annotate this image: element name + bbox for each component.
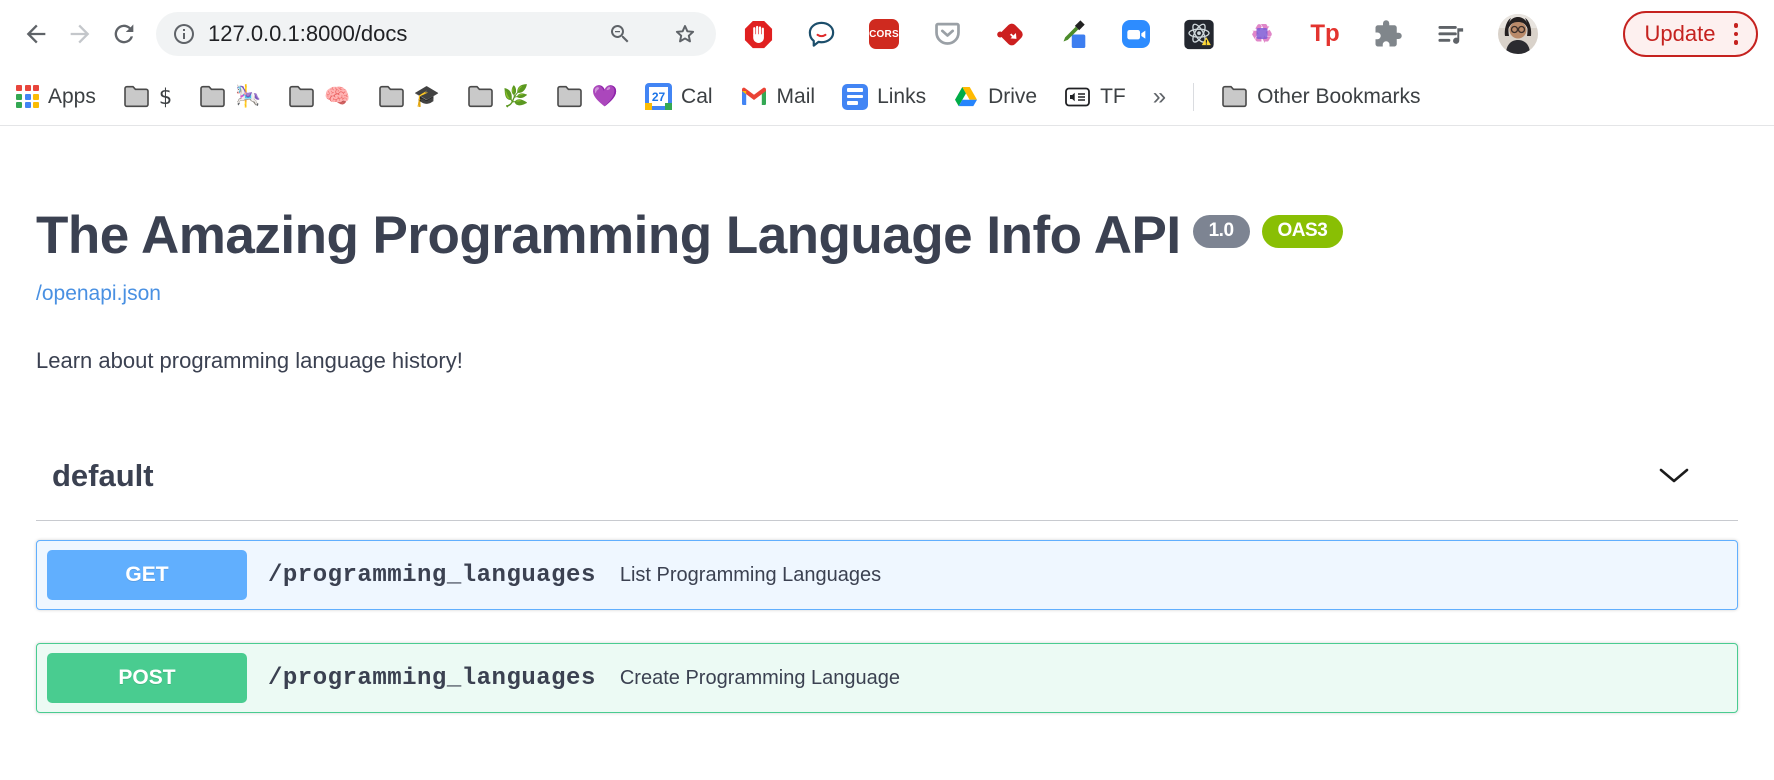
google-drive-icon: [953, 85, 979, 109]
react-devtools-icon[interactable]: [1183, 18, 1215, 50]
chat-smile-bubble-icon[interactable]: [805, 18, 837, 50]
bookmark-label: Cal: [681, 85, 713, 109]
bookmarks-bar: Apps $ 🎠 🧠 🎓 🌿 💜 27: [0, 68, 1774, 126]
back-button[interactable]: [14, 12, 58, 56]
bookmarks-separator: [1193, 83, 1194, 111]
bookmark-label: TF: [1100, 85, 1126, 109]
page-content: The Amazing Programming Language Info AP…: [0, 126, 1774, 713]
forward-arrow-icon: [66, 20, 94, 48]
redirect-arrow-icon[interactable]: [994, 18, 1026, 50]
bookmark-label: 🧠: [324, 84, 350, 109]
reload-button[interactable]: [102, 12, 146, 56]
extensions-row: CORS ♻ Tp: [742, 14, 1538, 54]
bookmark-links[interactable]: Links: [842, 84, 926, 110]
other-bookmarks-label: Other Bookmarks: [1257, 85, 1420, 109]
music-playlist-icon[interactable]: [1435, 18, 1467, 50]
tag-section-header[interactable]: default: [36, 440, 1738, 521]
gmail-icon: [740, 86, 768, 108]
endpoint-list: GET /programming_languages List Programm…: [36, 540, 1738, 713]
bookmark-folder-carousel[interactable]: 🎠: [199, 84, 261, 109]
tag-section-title: default: [52, 458, 154, 494]
forward-button[interactable]: [58, 12, 102, 56]
back-arrow-icon: [22, 20, 50, 48]
zoom-video-camera-icon[interactable]: [1120, 18, 1152, 50]
chevron-down-icon[interactable]: [1658, 467, 1690, 486]
folder-icon: [467, 85, 494, 108]
endpoint-path: /programming_languages: [268, 562, 596, 589]
folder-icon: [378, 85, 405, 108]
folder-icon: [123, 85, 150, 108]
page-info-icon[interactable]: [172, 22, 196, 46]
bookmark-folder-herb[interactable]: 🌿: [467, 84, 529, 109]
endpoint-post-programming-languages[interactable]: POST /programming_languages Create Progr…: [36, 643, 1738, 713]
cors-extension-icon[interactable]: CORS: [868, 18, 900, 50]
oas3-badge: OAS3: [1262, 215, 1344, 248]
bookmark-calendar[interactable]: 27 Cal: [645, 83, 713, 110]
puzzle-extensions-icon[interactable]: [1372, 18, 1404, 50]
menu-kebab-icon[interactable]: [1730, 19, 1743, 49]
bookmark-folder-brain[interactable]: 🧠: [288, 84, 350, 109]
endpoint-summary: Create Programming Language: [620, 667, 900, 690]
pink-recycle-icon[interactable]: ♻: [1246, 18, 1278, 50]
bookmark-label: Mail: [777, 85, 816, 109]
tag-section-default: default GET /programming_languages List …: [0, 440, 1774, 713]
api-info: The Amazing Programming Language Info AP…: [36, 205, 1738, 374]
folder-icon: [288, 85, 315, 108]
bookmark-label: 🎠: [235, 84, 261, 109]
adblock-hand-icon[interactable]: [742, 18, 774, 50]
zoom-out-icon[interactable]: [608, 22, 632, 46]
endpoint-get-programming-languages[interactable]: GET /programming_languages List Programm…: [36, 540, 1738, 610]
bookmark-label: Links: [877, 85, 926, 109]
bookmark-star-icon[interactable]: [672, 21, 698, 47]
api-description: Learn about programming language history…: [36, 348, 1738, 374]
profile-avatar[interactable]: [1498, 14, 1538, 54]
bookmark-tf[interactable]: TF: [1064, 85, 1126, 109]
bookmark-label: 🎓: [414, 84, 440, 109]
bookmark-folder-grad-cap[interactable]: 🎓: [378, 84, 440, 109]
update-label: Update: [1645, 21, 1716, 47]
get-method-button[interactable]: GET: [47, 550, 247, 600]
url-text[interactable]: 127.0.0.1:8000/docs: [208, 21, 608, 47]
bookmark-label: 💜: [592, 84, 618, 109]
browser-toolbar: 127.0.0.1:8000/docs CORS: [0, 0, 1774, 68]
address-bar[interactable]: 127.0.0.1:8000/docs: [156, 12, 716, 56]
folder-icon: [1221, 85, 1248, 108]
bookmark-mail[interactable]: Mail: [740, 85, 816, 109]
bookmark-folder-purple-heart[interactable]: 💜: [556, 84, 618, 109]
pocket-icon[interactable]: [931, 18, 963, 50]
update-button[interactable]: Update: [1623, 11, 1758, 57]
bookmark-drive[interactable]: Drive: [953, 85, 1037, 109]
bookmark-label: Drive: [988, 85, 1037, 109]
google-calendar-icon: 27: [645, 83, 672, 110]
speaker-card-icon: [1064, 85, 1091, 109]
version-badge: 1.0: [1193, 215, 1250, 248]
endpoint-path: /programming_languages: [268, 665, 596, 692]
openapi-spec-link[interactable]: /openapi.json: [36, 282, 161, 306]
bookmarks-overflow-chevron[interactable]: »: [1153, 83, 1166, 111]
colorzilla-eyedropper-icon[interactable]: [1057, 18, 1089, 50]
bookmark-label: $: [159, 85, 172, 109]
tp-label: Tp: [1310, 20, 1339, 48]
endpoint-summary: List Programming Languages: [620, 564, 881, 587]
bookmark-label: Apps: [48, 85, 96, 109]
bookmark-folder-dollar[interactable]: $: [123, 85, 172, 109]
cors-label: CORS: [869, 19, 899, 49]
bookmark-label: 🌿: [503, 84, 529, 109]
post-method-button[interactable]: POST: [47, 653, 247, 703]
other-bookmarks[interactable]: Other Bookmarks: [1221, 85, 1420, 109]
blue-lines-icon: [842, 84, 868, 110]
recycle-center-chip: [1257, 28, 1268, 39]
folder-icon: [556, 85, 583, 108]
tp-extension-icon[interactable]: Tp: [1309, 18, 1341, 50]
reload-icon: [110, 20, 138, 48]
folder-icon: [199, 85, 226, 108]
browser-window: 127.0.0.1:8000/docs CORS: [0, 0, 1774, 780]
apps-grid-icon: [16, 85, 39, 108]
bookmark-apps[interactable]: Apps: [16, 85, 96, 109]
page-title: The Amazing Programming Language Info AP…: [36, 205, 1738, 266]
api-title-text: The Amazing Programming Language Info AP…: [36, 206, 1181, 265]
